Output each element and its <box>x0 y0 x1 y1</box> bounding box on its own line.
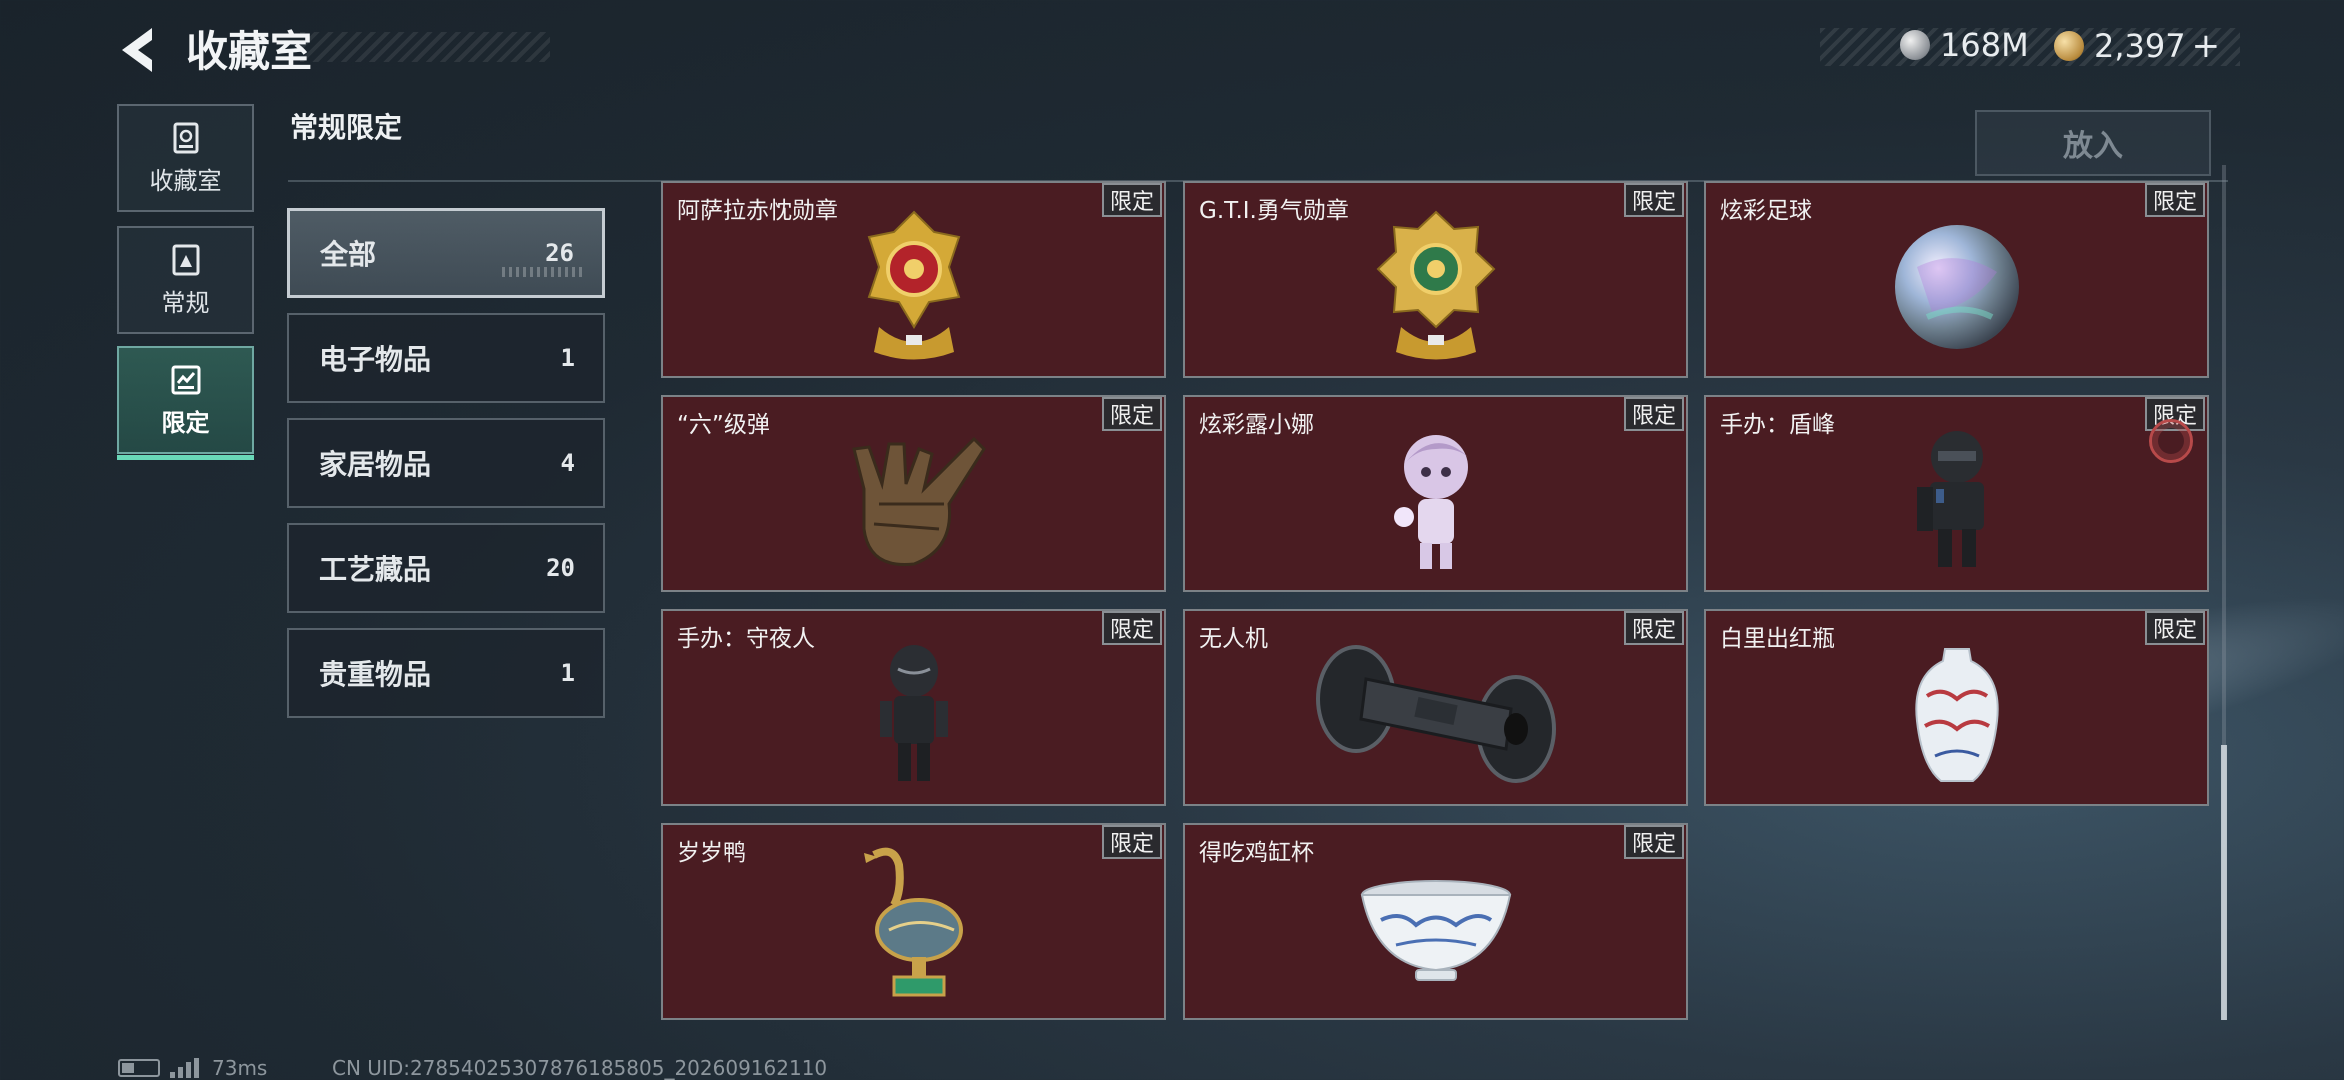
add-currency-button[interactable]: + <box>2192 26 2221 66</box>
currency-silver: 168M <box>1900 26 2029 64</box>
nav-label-vault: 收藏室 <box>149 166 222 195</box>
limited-badge: 限定 <box>1623 183 1684 217</box>
category-label: 贵重物品 <box>319 658 432 691</box>
item-name: 炫彩露小娜 <box>1199 412 1314 438</box>
item-card[interactable]: G.T.I.勇气勋章 限定 <box>1183 181 1688 378</box>
category-count: 26 <box>545 239 574 267</box>
limited-badge: 限定 <box>2144 611 2205 645</box>
item-card[interactable]: 得吃鸡缸杯 限定 <box>1183 823 1688 1020</box>
item-name: 岁岁鸭 <box>677 840 746 866</box>
limited-badge: 限定 <box>1101 611 1162 645</box>
page-title: 收藏室 <box>186 27 313 76</box>
signal-icon <box>170 1058 202 1078</box>
item-name: 炫彩足球 <box>1720 198 1812 224</box>
category-label: 全部 <box>320 238 377 271</box>
item-card[interactable]: 岁岁鸭 限定 <box>661 823 1166 1020</box>
item-name: G.T.I.勇气勋章 <box>1199 198 1349 224</box>
item-card[interactable]: 手办：盾峰 限定 <box>1704 395 2209 592</box>
uid-text: CN UID:27854025307876185805_202609162110 <box>332 1056 828 1080</box>
category-count: 1 <box>560 344 575 372</box>
currency-gold-value: 2,397 <box>2094 27 2186 65</box>
duck-statue-icon <box>863 847 963 997</box>
scrollbar-thumb[interactable] <box>2221 745 2227 1020</box>
limited-badge: 限定 <box>1101 825 1162 859</box>
black-figure-icon <box>879 645 948 781</box>
back-button[interactable] <box>112 20 162 80</box>
porcelain-cup-icon <box>1360 880 1511 981</box>
item-name: 得吃鸡缸杯 <box>1199 840 1314 866</box>
figurine-girl-icon <box>1393 435 1468 569</box>
title-stripe-decoration <box>300 32 550 62</box>
gold-coin-icon <box>2054 31 2084 61</box>
back-arrow-icon <box>122 28 152 72</box>
ping-text: 73ms <box>212 1056 268 1080</box>
limited-badge: 限定 <box>1623 611 1684 645</box>
item-name: “六”级弹 <box>677 412 770 438</box>
limited-badge: 限定 <box>1623 825 1684 859</box>
nav-item-vault[interactable]: 收藏室 <box>117 104 254 212</box>
item-name: 手办：守夜人 <box>677 626 815 652</box>
armored-figure-icon <box>1916 431 1984 567</box>
item-card[interactable]: 炫彩露小娜 限定 <box>1183 395 1688 592</box>
category-count: 1 <box>560 659 575 687</box>
item-name: 阿萨拉赤忱勋章 <box>677 198 838 224</box>
iridescent-ball-icon <box>1894 225 2019 349</box>
silver-coin-icon <box>1900 30 1930 60</box>
item-name: 白里出红瓶 <box>1720 626 1835 652</box>
nav-label-regular: 常规 <box>161 288 210 317</box>
limited-badge: 限定 <box>1101 183 1162 217</box>
category-valuables[interactable]: 贵重物品 1 <box>287 628 605 718</box>
nav-label-limited: 限定 <box>161 408 210 437</box>
limited-badge: 限定 <box>2144 183 2205 217</box>
target-ring-icon <box>2149 419 2193 463</box>
category-label: 家居物品 <box>319 448 432 481</box>
item-name: 无人机 <box>1199 626 1268 652</box>
nav-item-limited[interactable]: 限定 <box>117 346 254 460</box>
category-home[interactable]: 家居物品 4 <box>287 418 605 508</box>
item-card[interactable]: 白里出红瓶 限定 <box>1704 609 2209 806</box>
category-all[interactable]: 全部 26 <box>287 208 605 298</box>
item-name: 手办：盾峰 <box>1720 412 1835 438</box>
currency-gold[interactable]: 2,397 + <box>2054 26 2220 66</box>
bronze-hand-icon <box>851 436 986 567</box>
item-card[interactable]: 无人机 限定 <box>1183 609 1688 806</box>
place-button[interactable]: 放入 <box>1975 110 2211 176</box>
item-card[interactable]: 阿萨拉赤忱勋章 限定 <box>661 181 1166 378</box>
drone-icon <box>1315 645 1556 783</box>
currency-silver-value: 168M <box>1940 26 2029 64</box>
category-label: 工艺藏品 <box>319 553 432 586</box>
category-count: 4 <box>560 449 575 477</box>
section-title: 常规限定 <box>290 111 403 144</box>
category-electronics[interactable]: 电子物品 1 <box>287 313 605 403</box>
item-card[interactable]: 手办：守夜人 限定 <box>661 609 1166 806</box>
battery-icon <box>118 1059 160 1077</box>
nav-item-regular[interactable]: 常规 <box>117 226 254 334</box>
category-count: 20 <box>546 554 575 582</box>
limited-badge: 限定 <box>1623 397 1684 431</box>
vault-icon <box>173 122 198 153</box>
category-label: 电子物品 <box>319 343 432 376</box>
item-card[interactable]: 炫彩足球 限定 <box>1704 181 2209 378</box>
limited-badge: 限定 <box>1101 397 1162 431</box>
item-card[interactable]: “六”级弹 限定 <box>661 395 1166 592</box>
limited-icon <box>171 365 200 394</box>
regular-icon <box>172 244 199 275</box>
red-medal-icon <box>867 210 960 360</box>
status-footer: 73ms <box>118 1056 267 1080</box>
category-crafts[interactable]: 工艺藏品 20 <box>287 523 605 613</box>
green-medal-icon <box>1376 210 1495 360</box>
porcelain-vase-icon <box>1914 648 1999 782</box>
